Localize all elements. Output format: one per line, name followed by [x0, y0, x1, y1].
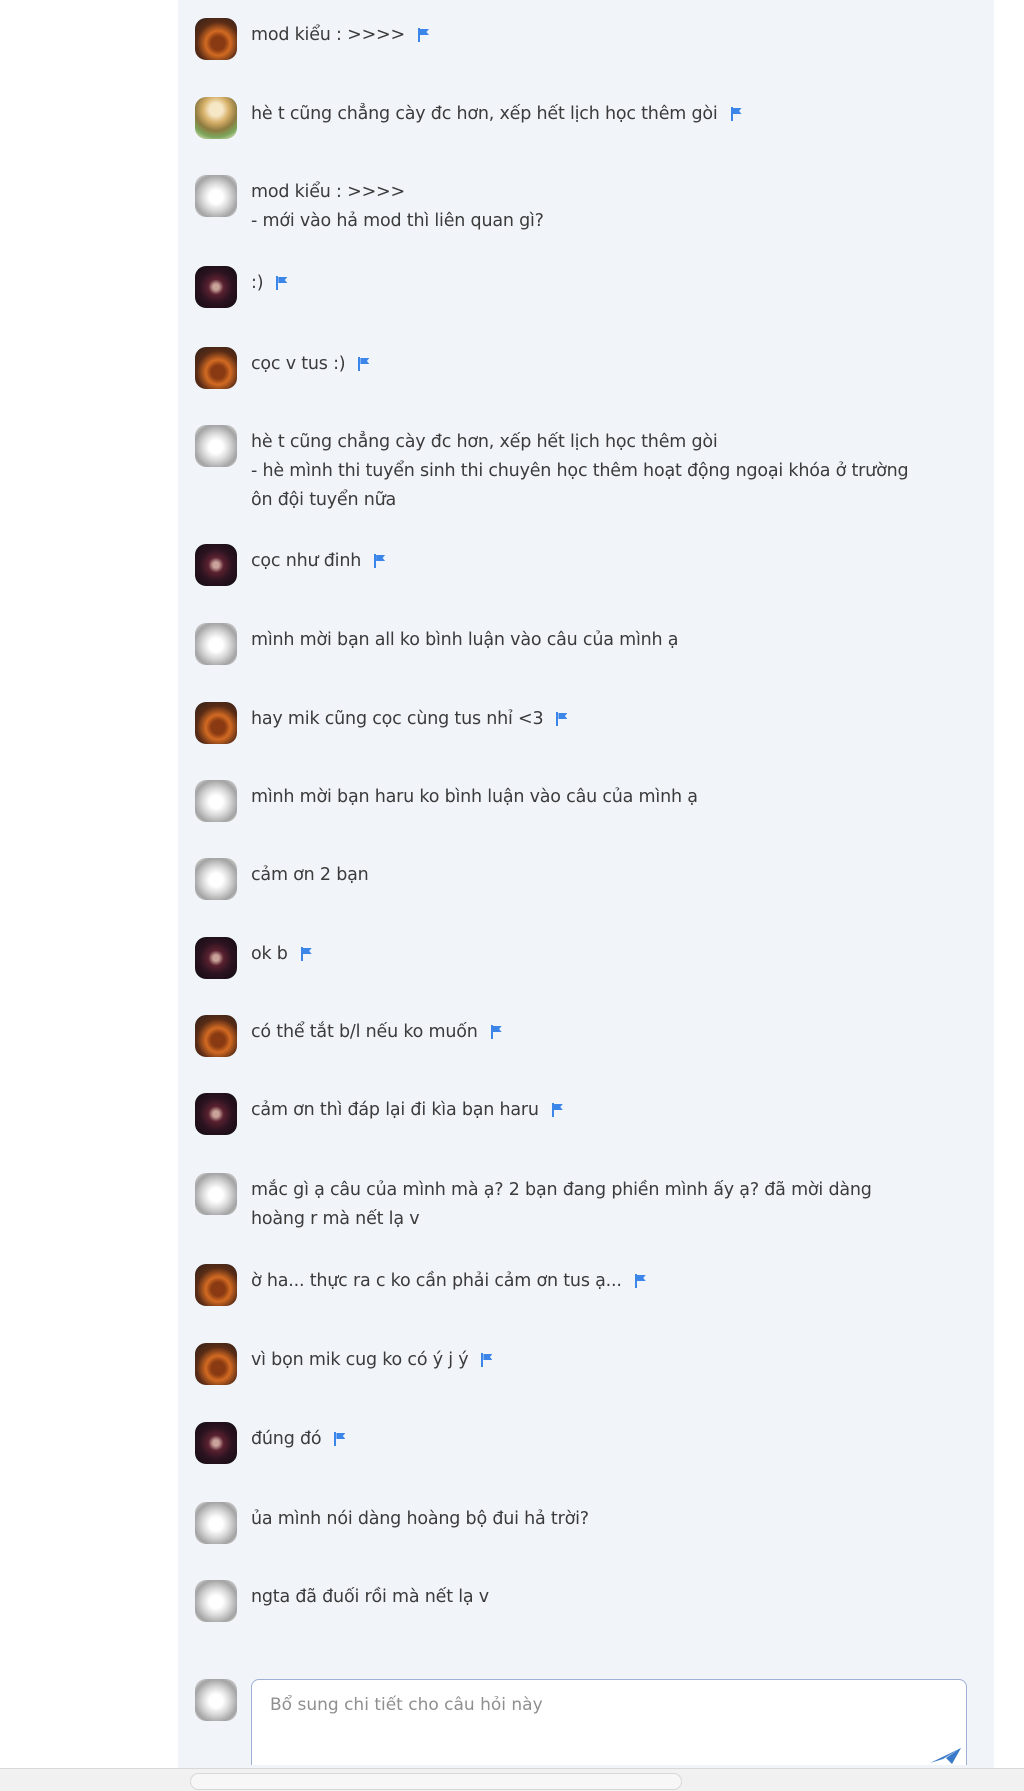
commenter-avatar[interactable] [195, 702, 237, 744]
comment-text: mắc gì ạ câu của mình mà ạ? 2 bạn đang p… [251, 1176, 979, 1234]
comment-text: cọc như đinh [251, 547, 979, 576]
report-flag-icon[interactable] [333, 1432, 346, 1446]
report-flag-icon[interactable] [555, 712, 568, 726]
report-flag-icon[interactable] [551, 1103, 564, 1117]
comment-line: có thể tắt b/l nếu ko muốn [251, 1018, 979, 1047]
comment-line: mình mời bạn all ko bình luận vào câu củ… [251, 630, 679, 650]
report-flag-icon[interactable] [490, 1025, 503, 1039]
commenter-avatar[interactable] [195, 1580, 237, 1622]
commenter-avatar[interactable] [195, 266, 237, 308]
comment-text: :) [251, 269, 979, 298]
comment-text: hè t cũng chẳng cày đc hơn, xếp hết lịch… [251, 428, 979, 515]
comment-text: mình mời bạn haru ko bình luận vào câu c… [251, 783, 979, 812]
report-flag-icon[interactable] [417, 28, 430, 42]
comment-line: mình mời bạn haru ko bình luận vào câu c… [251, 787, 698, 807]
commenter-avatar[interactable] [195, 1502, 237, 1544]
commenter-avatar[interactable] [195, 97, 237, 139]
report-flag-icon[interactable] [300, 947, 313, 961]
comment-line: cảm ơn 2 bạn [251, 865, 369, 885]
comment-text: hay mik cũng cọc cùng tus nhỉ <3 [251, 705, 979, 734]
comment-line: ngta đã đuối rồi mà nết lạ v [251, 1587, 489, 1607]
comment-text: hè t cũng chẳng cày đc hơn, xếp hết lịch… [251, 100, 979, 129]
reply-placeholder: Bổ sung chi tiết cho câu hỏi này [270, 1695, 543, 1715]
comment-line: hè t cũng chẳng cày đc hơn, xếp hết lịch… [251, 432, 718, 452]
comment-text: ờ ha... thực ra c ko cần phải cảm ơn tus… [251, 1267, 979, 1296]
commenter-avatar[interactable] [195, 1343, 237, 1385]
comment-line: - mới vào hả mod thì liên quan gì? [251, 211, 544, 231]
comment-line: ủa mình nói dàng hoàng bộ đui hả trời? [251, 1509, 589, 1529]
comment-text: mod kiểu : >>>> [251, 21, 979, 50]
reply-input[interactable]: Bổ sung chi tiết cho câu hỏi này [251, 1679, 967, 1765]
commenter-avatar[interactable] [195, 347, 237, 389]
comment-text: ngta đã đuối rồi mà nết lạ v [251, 1583, 979, 1612]
comment-line: hay mik cũng cọc cùng tus nhỉ <3 [251, 705, 979, 734]
comment-line: vì bọn mik cug ko có ý j ý [251, 1346, 979, 1375]
comment-text: ok b [251, 940, 979, 969]
comment-text: mình mời bạn all ko bình luận vào câu củ… [251, 626, 979, 655]
commenter-avatar[interactable] [195, 937, 237, 979]
comment-line: cọc như đinh [251, 547, 979, 576]
reply-avatar[interactable] [195, 1679, 237, 1721]
report-flag-icon[interactable] [634, 1274, 647, 1288]
comment-text: mod kiểu : >>>> - mới vào hả mod thì liên… [251, 178, 979, 236]
comment-line: cọc v tus :) [251, 350, 979, 379]
comment-text: vì bọn mik cug ko có ý j ý [251, 1346, 979, 1375]
comment-line: ờ ha... thực ra c ko cần phải cảm ơn tus… [251, 1267, 979, 1296]
comment-text: có thể tắt b/l nếu ko muốn [251, 1018, 979, 1047]
commenter-avatar[interactable] [195, 544, 237, 586]
commenter-avatar[interactable] [195, 1173, 237, 1215]
comment-thread-page: mod kiểu : >>>> hè t cũng chẳng cày đc hơ… [0, 0, 1024, 1791]
report-flag-icon[interactable] [480, 1353, 493, 1367]
report-flag-icon[interactable] [373, 554, 386, 568]
commenter-avatar[interactable] [195, 175, 237, 217]
commenter-avatar[interactable] [195, 1015, 237, 1057]
commenter-avatar[interactable] [195, 425, 237, 467]
bottom-field [190, 1773, 682, 1790]
comment-text: cọc v tus :) [251, 350, 979, 379]
comment-line: cảm ơn thì đáp lại đi kìa bạn haru [251, 1096, 979, 1125]
commenter-avatar[interactable] [195, 1422, 237, 1464]
comment-line: :) [251, 269, 979, 298]
commenter-avatar[interactable] [195, 623, 237, 665]
comment-text: cảm ơn 2 bạn [251, 861, 979, 890]
report-flag-icon[interactable] [357, 357, 370, 371]
comment-line: mắc gì ạ câu của mình mà ạ? 2 bạn đang p… [251, 1180, 872, 1200]
commenter-avatar[interactable] [195, 18, 237, 60]
send-icon[interactable] [928, 1744, 962, 1765]
comment-text: cảm ơn thì đáp lại đi kìa bạn haru [251, 1096, 979, 1125]
report-flag-icon[interactable] [730, 107, 743, 121]
comment-line: mod kiểu : >>>> [251, 21, 979, 50]
comment-text: đúng đó [251, 1425, 979, 1454]
comment-line: ok b [251, 940, 979, 969]
comment-line: - hè mình thi tuyển sinh thi chuyên học … [251, 461, 909, 481]
commenter-avatar[interactable] [195, 780, 237, 822]
comment-line: hoàng r mà nết lạ v [251, 1209, 420, 1229]
commenter-avatar[interactable] [195, 1264, 237, 1306]
comment-line: hè t cũng chẳng cày đc hơn, xếp hết lịch… [251, 100, 979, 129]
report-flag-icon[interactable] [275, 276, 288, 290]
reply-area: Bổ sung chi tiết cho câu hỏi này [195, 1679, 975, 1779]
comment-text: ủa mình nói dàng hoàng bộ đui hả trời? [251, 1505, 979, 1534]
comment-line: mod kiểu : >>>> [251, 182, 405, 202]
commenter-avatar[interactable] [195, 1093, 237, 1135]
comment-line: ôn đội tuyển nữa [251, 490, 397, 510]
comment-line: đúng đó [251, 1425, 979, 1454]
bottom-browser-strip [0, 1768, 1024, 1791]
commenter-avatar[interactable] [195, 858, 237, 900]
